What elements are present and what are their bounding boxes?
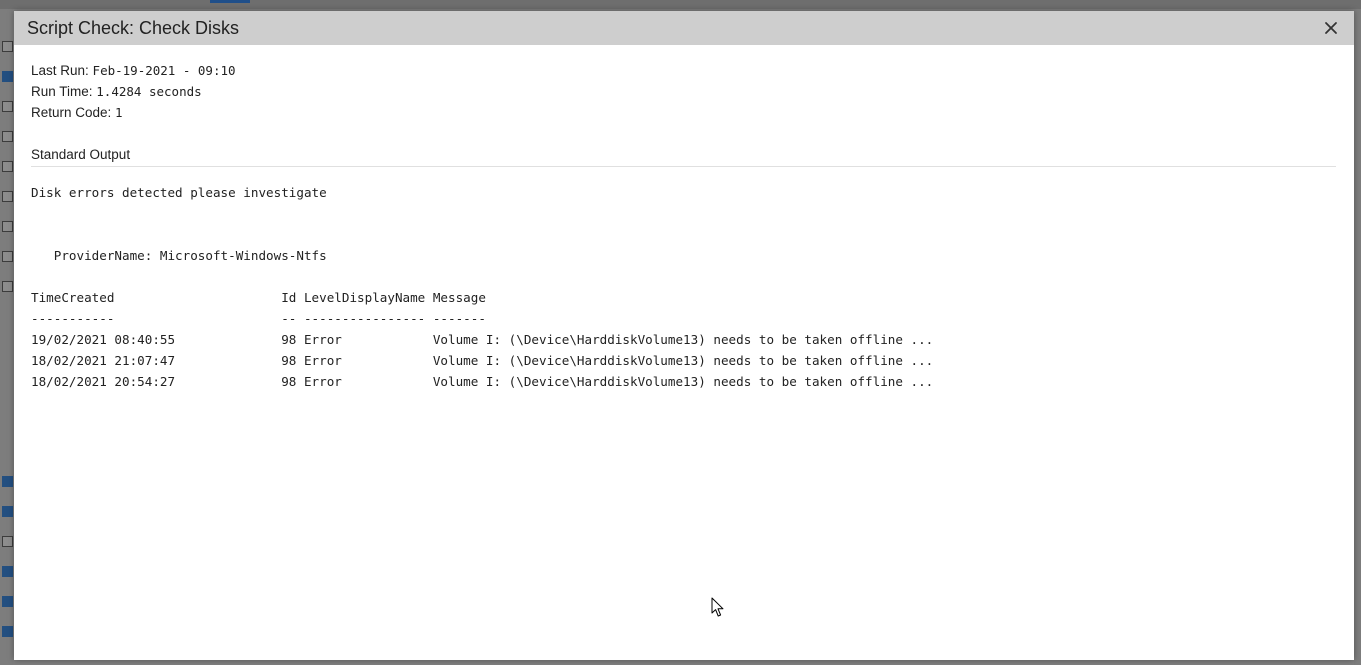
close-button[interactable]: [1322, 19, 1340, 37]
background-row-checkbox: [2, 281, 13, 292]
background-row-checkbox: [2, 251, 13, 262]
background-active-tab-indicator: [210, 0, 250, 3]
run-time-value: 1.4284 seconds: [96, 84, 202, 99]
script-check-dialog: Script Check: Check Disks Last Run: Feb-…: [14, 11, 1354, 660]
background-left-column: [0, 9, 13, 665]
dialog-header: Script Check: Check Disks: [14, 11, 1354, 45]
last-run-value: Feb-19-2021 - 09:10: [92, 63, 236, 78]
mouse-pointer-icon: [711, 597, 724, 617]
close-icon: [1325, 22, 1337, 34]
background-row-checkbox: [2, 191, 13, 202]
background-row-checkbox: [2, 131, 13, 142]
output-line: TimeCreated Id LevelDisplayName Message: [31, 290, 486, 305]
background-right-column: [1354, 9, 1361, 665]
output-line: 19/02/2021 08:40:55 98 Error Volume I: (…: [31, 332, 934, 347]
background-row-checkbox: [2, 71, 13, 82]
return-code-value: 1: [115, 105, 123, 120]
background-row-checkbox: [2, 506, 13, 517]
background-top-bar: [0, 0, 1361, 9]
output-line: Disk errors detected please investigate: [31, 185, 327, 200]
background-row-checkbox: [2, 221, 13, 232]
last-run-label: Last Run:: [31, 63, 93, 78]
run-time-label: Run Time:: [31, 84, 97, 99]
background-row-checkbox: [2, 41, 13, 52]
standard-output-heading: Standard Output: [31, 147, 131, 162]
output-line: 18/02/2021 21:07:47 98 Error Volume I: (…: [31, 353, 934, 368]
background-row-checkbox: [2, 626, 13, 637]
output-line: 18/02/2021 20:54:27 98 Error Volume I: (…: [31, 374, 934, 389]
background-row-checkbox: [2, 101, 13, 112]
last-run-row: Last Run: Feb-19-2021 - 09:10: [31, 62, 236, 80]
background-row-checkbox: [2, 161, 13, 172]
output-line: ProviderName: Microsoft-Windows-Ntfs: [31, 248, 327, 263]
background-row-checkbox: [2, 536, 13, 547]
background-row-checkbox: [2, 596, 13, 607]
return-code-label: Return Code:: [31, 105, 116, 120]
section-divider: [31, 166, 1336, 167]
dialog-title: Script Check: Check Disks: [27, 18, 240, 38]
background-row-checkbox: [2, 566, 13, 577]
output-line: ----------- -- ---------------- -------: [31, 311, 486, 326]
standard-output-text: Disk errors detected please investigate …: [31, 182, 933, 392]
background-row-checkbox: [2, 476, 13, 487]
return-code-row: Return Code: 1: [31, 104, 123, 122]
run-time-row: Run Time: 1.4284 seconds: [31, 83, 202, 101]
